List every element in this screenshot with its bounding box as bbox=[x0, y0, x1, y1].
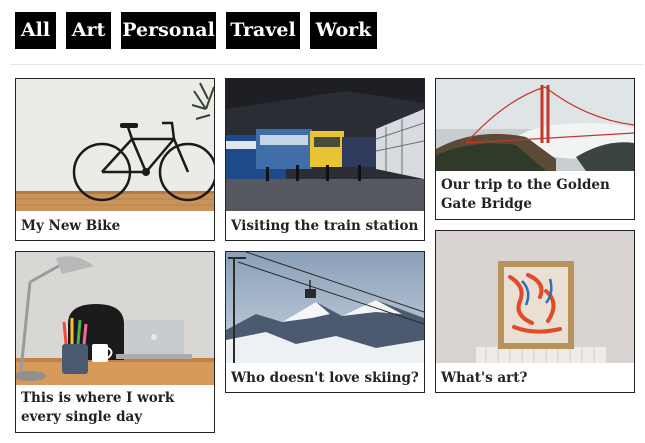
post-title[interactable]: Our trip to the Golden Gate Bridge bbox=[441, 176, 630, 214]
filter-work-button[interactable]: Work bbox=[310, 12, 377, 49]
post-title[interactable]: What's art? bbox=[441, 369, 630, 388]
post-title[interactable]: This is where I work every single day bbox=[21, 389, 210, 427]
post-title[interactable]: My New Bike bbox=[21, 217, 210, 236]
post-title[interactable]: Who doesn't love skiing? bbox=[231, 369, 420, 388]
golden-gate-bridge-photo bbox=[436, 79, 634, 171]
desk-workspace-photo bbox=[16, 252, 214, 385]
filter-all-button[interactable]: All bbox=[15, 12, 56, 49]
ski-lift-mountains-photo bbox=[226, 252, 424, 363]
post-card[interactable]: Visiting the train station bbox=[225, 78, 425, 241]
filter-personal-button[interactable]: Personal bbox=[121, 12, 216, 49]
train-station-photo bbox=[226, 79, 424, 211]
post-card[interactable]: Who doesn't love skiing? bbox=[225, 251, 425, 393]
post-title[interactable]: Visiting the train station bbox=[231, 217, 420, 236]
post-card[interactable]: What's art? bbox=[435, 230, 635, 393]
post-card[interactable]: Our trip to the Golden Gate Bridge bbox=[435, 78, 635, 220]
filter-divider bbox=[10, 64, 644, 65]
post-card[interactable]: This is where I work every single day bbox=[15, 251, 215, 433]
bicycle-photo bbox=[16, 79, 214, 211]
framed-painting-photo bbox=[436, 231, 634, 363]
post-card[interactable]: My New Bike bbox=[15, 78, 215, 241]
filter-art-button[interactable]: Art bbox=[66, 12, 111, 49]
filter-travel-button[interactable]: Travel bbox=[226, 12, 300, 49]
